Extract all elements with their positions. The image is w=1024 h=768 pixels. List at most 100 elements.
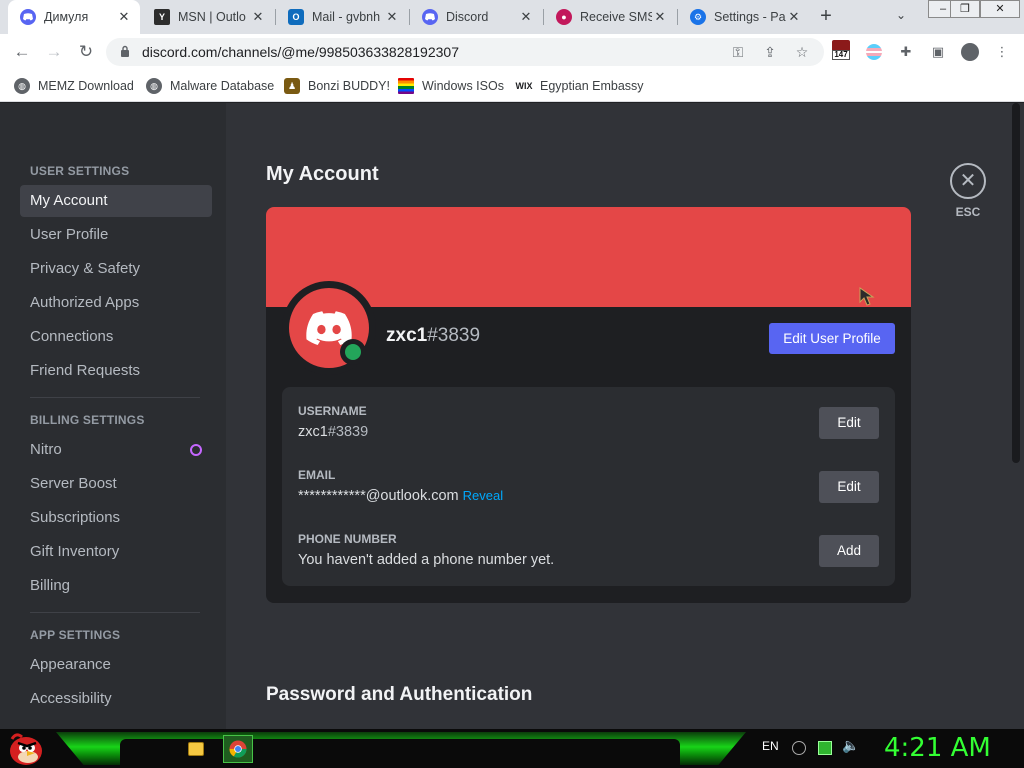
- wix-icon: WIX: [515, 81, 533, 91]
- key-icon[interactable]: ⚿: [728, 42, 748, 62]
- sidebar-item-privacy-safety[interactable]: Privacy & Safety: [20, 253, 212, 285]
- sidebar-item-subscriptions[interactable]: Subscriptions: [20, 502, 212, 534]
- network-icon[interactable]: [818, 741, 832, 755]
- tab-settings[interactable]: ⚙ Settings - Pa ✕: [678, 0, 810, 34]
- tab-msn-outlook[interactable]: Y MSN | Outlo ✕: [142, 0, 274, 34]
- chrome-icon: [229, 740, 247, 758]
- bookmark-label: Malware Database: [170, 79, 275, 93]
- tab-mail[interactable]: O Mail - gvbnh ✕: [276, 0, 408, 34]
- email-masked: ************@outlook.com: [298, 488, 459, 504]
- sidebar-item-nitro[interactable]: Nitro: [20, 434, 212, 466]
- close-tab-icon[interactable]: ✕: [250, 9, 266, 25]
- bookmark-memz-download[interactable]: ◍ MEMZ Download: [14, 76, 134, 96]
- url-text[interactable]: discord.com/channels/@me/998503633828192…: [142, 44, 459, 60]
- close-icon[interactable]: ✕: [950, 163, 986, 199]
- tab-search-chevron-icon[interactable]: ⌄: [896, 8, 906, 22]
- bookmark-star-icon[interactable]: ☆: [792, 42, 812, 62]
- edit-username-button[interactable]: Edit: [819, 407, 879, 439]
- browser-toolbar: ← → ↻ discord.com/channels/@me/998503633…: [0, 34, 1024, 70]
- bookmark-bonzi-buddy[interactable]: ♟ Bonzi BUDDY!: [284, 76, 390, 96]
- side-panel-icon[interactable]: ▣: [928, 42, 948, 62]
- trans-flag-extension-icon[interactable]: [864, 42, 884, 62]
- yahoo-icon: Y: [154, 9, 170, 25]
- esc-label: ESC: [955, 205, 981, 219]
- phone-value: You haven't added a phone number yet.: [298, 552, 555, 568]
- profile-avatar-icon[interactable]: [960, 42, 980, 62]
- file-explorer-taskbar-icon[interactable]: [181, 735, 211, 763]
- sidebar-item-gift-inventory[interactable]: Gift Inventory: [20, 536, 212, 568]
- tab-title: Settings - Pa: [714, 10, 786, 24]
- close-window-button[interactable]: ✕: [980, 0, 1020, 18]
- language-indicator[interactable]: EN: [762, 739, 779, 753]
- close-tab-icon[interactable]: ✕: [518, 9, 534, 25]
- username-value-discriminator: #3839: [327, 424, 369, 440]
- sidebar-item-accessibility[interactable]: Accessibility: [20, 683, 212, 715]
- tab-discord[interactable]: Discord ✕: [410, 0, 542, 34]
- close-settings-button[interactable]: ✕ ESC: [950, 163, 986, 219]
- address-bar[interactable]: discord.com/channels/@me/998503633828192…: [106, 38, 824, 66]
- app-settings-heading: APP SETTINGS: [30, 628, 121, 642]
- bookmark-malware-database[interactable]: ◍ Malware Database: [146, 76, 274, 96]
- sidebar-item-authorized-apps[interactable]: Authorized Apps: [20, 287, 212, 319]
- password-authentication-heading: Password and Authentication: [266, 684, 533, 705]
- reload-icon[interactable]: ↻: [74, 40, 98, 64]
- new-tab-button[interactable]: +: [814, 5, 838, 29]
- lock-icon[interactable]: [120, 45, 130, 57]
- sidebar-item-my-account[interactable]: My Account: [20, 185, 212, 217]
- avatar[interactable]: [282, 281, 376, 375]
- sidebar-item-connections[interactable]: Connections: [20, 321, 212, 353]
- sidebar-item-server-boost[interactable]: Server Boost: [20, 468, 212, 500]
- sidebar-item-billing[interactable]: Billing: [20, 570, 212, 602]
- restore-window-button[interactable]: ❐: [950, 0, 980, 18]
- volume-icon[interactable]: 🔈: [842, 737, 859, 754]
- tab-title: MSN | Outlo: [178, 10, 246, 24]
- reveal-email-link[interactable]: Reveal: [463, 488, 503, 503]
- username-value-name: zxc1: [298, 424, 328, 440]
- extension-badge: 147: [832, 50, 850, 60]
- bookmark-windows-isos[interactable]: Windows ISOs: [398, 76, 504, 96]
- outlook-icon: O: [288, 9, 304, 25]
- sidebar-item-friend-requests[interactable]: Friend Requests: [20, 355, 212, 387]
- bookmark-label: Windows ISOs: [422, 79, 504, 93]
- edit-email-button[interactable]: Edit: [819, 471, 879, 503]
- edit-user-profile-button[interactable]: Edit User Profile: [769, 323, 895, 354]
- phone-label: PHONE NUMBER: [298, 532, 397, 546]
- tab-title: Димуля: [44, 10, 89, 24]
- extensions-puzzle-icon[interactable]: ✚: [896, 42, 916, 62]
- bookmark-label: Bonzi BUDDY!: [308, 79, 390, 93]
- username-label: USERNAME: [298, 404, 367, 418]
- close-tab-icon[interactable]: ✕: [652, 9, 668, 25]
- profile-banner: [266, 207, 911, 307]
- settings-sidebar: USER SETTINGS My Account User Profile Pr…: [0, 103, 226, 729]
- user-settings-heading: USER SETTINGS: [30, 164, 130, 178]
- keyboard-layout-icon[interactable]: [792, 741, 806, 755]
- close-tab-icon[interactable]: ✕: [786, 9, 802, 25]
- username-value: zxc1#3839: [298, 424, 368, 440]
- angry-bird-start-icon[interactable]: [6, 730, 44, 767]
- discord-icon: [422, 9, 438, 25]
- taskbar-clock[interactable]: 4:21 AM: [884, 733, 991, 763]
- globe-icon: ◍: [14, 78, 30, 94]
- sidebar-item-user-profile[interactable]: User Profile: [20, 219, 212, 251]
- sidebar-divider: [30, 612, 200, 613]
- forward-arrow-icon[interactable]: →: [42, 40, 66, 64]
- mouse-cursor-icon: [859, 287, 875, 306]
- email-label: EMAIL: [298, 468, 336, 482]
- browser-menu-icon[interactable]: ⋮: [992, 42, 1012, 62]
- page-title: My Account: [266, 163, 379, 185]
- close-tab-icon[interactable]: ✕: [384, 9, 400, 25]
- sidebar-item-appearance[interactable]: Appearance: [20, 649, 212, 681]
- email-value: ************@outlook.com Reveal: [298, 488, 503, 504]
- close-tab-icon[interactable]: ✕: [116, 9, 132, 25]
- globe-icon: ◍: [146, 78, 162, 94]
- back-arrow-icon[interactable]: ←: [10, 40, 34, 64]
- share-icon[interactable]: ⇪: [760, 42, 780, 62]
- add-phone-button[interactable]: Add: [819, 535, 879, 567]
- tab-receive-sms[interactable]: ● Receive SMS ✕: [544, 0, 676, 34]
- tab-discord-dimulya[interactable]: Димуля ✕: [8, 0, 140, 34]
- chrome-taskbar-icon[interactable]: [223, 735, 253, 763]
- scrollbar[interactable]: [1012, 103, 1020, 463]
- extension-calendar-icon[interactable]: 147: [832, 40, 852, 62]
- bookmark-egyptian-embassy[interactable]: WIX Egyptian Embassy: [514, 76, 644, 96]
- sidebar-item-label: Nitro: [30, 441, 62, 458]
